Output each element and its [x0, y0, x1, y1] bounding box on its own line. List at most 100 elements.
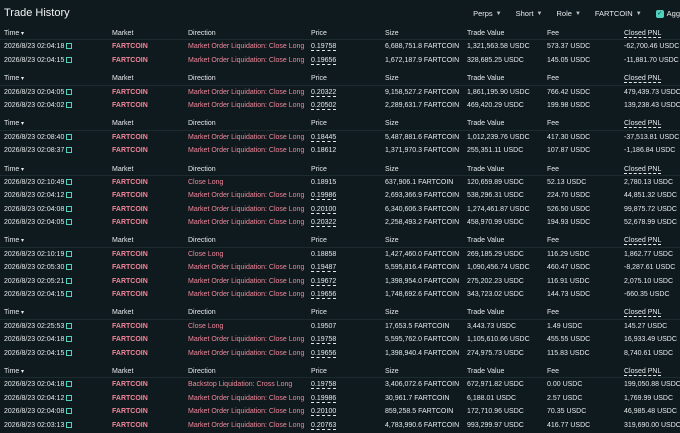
external-link-icon[interactable]: [66, 322, 73, 329]
pnl-value: 199,050.88 USDC: [624, 381, 680, 389]
cell-market: FARTCOIN: [112, 88, 148, 97]
external-link-icon[interactable]: [66, 88, 73, 95]
table-row: 2026/8/23 02:10:49 FARTCOIN Close Long 0.18…: [0, 176, 680, 189]
direction-value: Market Order Liquidation: Close Long: [188, 205, 305, 213]
cell-pnl: 16,933.49 USDC: [624, 335, 677, 344]
external-link-icon[interactable]: [66, 133, 73, 140]
table-row: 2026/8/23 02:03:13 FARTCOIN Market Order L…: [0, 419, 680, 432]
cell-size: 2,693,366.9 FARTCOIN: [385, 191, 459, 200]
market-value: FARTCOIN: [112, 408, 148, 416]
column-header-size: Size: [385, 30, 399, 37]
cell-pnl: 1,769.99 USDC: [624, 394, 673, 403]
column-header-time[interactable]: Time: [4, 165, 24, 175]
pnl-value: 1,862.77 USDC: [624, 250, 674, 258]
size-value: 859,258.5 FARTCOIN: [385, 408, 454, 416]
size-value: 2,289,631.7 FARTCOIN: [385, 101, 460, 109]
time-value: 2026/8/23 02:04:18: [4, 381, 65, 389]
external-link-icon[interactable]: [66, 205, 73, 212]
cell-direction: Market Order Liquidation: Close Long: [188, 133, 304, 142]
filter-short[interactable]: Short ▼: [516, 9, 543, 18]
fee-value: 194.93 USDC: [547, 219, 591, 227]
pnl-value: 1,769.99 USDC: [624, 394, 674, 402]
external-link-icon[interactable]: [66, 219, 73, 226]
column-header-time[interactable]: Time: [4, 119, 24, 129]
price-value: 0.18915: [311, 178, 337, 186]
column-header-price: Price: [311, 75, 327, 83]
external-link-icon[interactable]: [66, 291, 73, 298]
column-header-time[interactable]: Time: [4, 236, 24, 246]
cell-trade-value: 1,321,563.58 USDC: [467, 42, 530, 51]
time-value: 2026/8/23 02:04:15: [4, 291, 65, 299]
trade-value-value: 328,685.25 USDC: [467, 56, 524, 64]
column-header-direction: Direction: [188, 367, 216, 375]
column-header-fee: Fee: [547, 30, 560, 37]
external-link-icon[interactable]: [66, 101, 73, 108]
cell-direction: Market Order Liquidation: Close Long: [188, 277, 304, 286]
cell-price: 0.18915: [311, 178, 336, 187]
cell-size: 1,398,954.0 FARTCOIN: [385, 277, 459, 286]
column-header-fee: Fee: [547, 237, 560, 245]
cell-size: 9,158,527.2 FARTCOIN: [385, 88, 459, 97]
market-value: FARTCOIN: [112, 381, 148, 389]
external-link-icon[interactable]: [66, 43, 73, 50]
trade-value-value: 6,188.01 USDC: [467, 394, 517, 402]
price-value: 0.19986: [311, 192, 337, 200]
cell-fee: 194.93 USDC: [547, 218, 590, 227]
table-row: 2026/8/23 02:08:40 FARTCOIN Market Order L…: [0, 131, 680, 144]
cell-time: 2026/8/23 02:10:19: [4, 250, 73, 259]
chevron-down-icon: ▼: [536, 10, 543, 17]
external-link-icon[interactable]: [66, 349, 73, 356]
price-value: 0.19656: [311, 349, 337, 357]
price-value: 0.20322: [311, 219, 337, 227]
external-link-icon[interactable]: [66, 178, 73, 185]
column-header-time[interactable]: Time: [4, 29, 24, 39]
size-value: 5,487,881.6 FARTCOIN: [385, 133, 460, 141]
size-value: 2,258,493.2 FARTCOIN: [385, 219, 460, 227]
size-value: 2,693,366.9 FARTCOIN: [385, 192, 460, 200]
column-header-market: Market: [112, 237, 134, 245]
size-value: 1,748,692.6 FARTCOIN: [385, 291, 460, 299]
column-header-time[interactable]: Time: [4, 308, 24, 318]
external-link-icon[interactable]: [66, 277, 73, 284]
cell-price: 0.18445: [311, 133, 336, 142]
external-link-icon[interactable]: [66, 56, 73, 63]
cell-price: 0.18858: [311, 250, 336, 259]
direction-value: Market Order Liquidation: Close Long: [188, 219, 305, 227]
filter-perps[interactable]: Perps ▼: [473, 9, 502, 18]
external-link-icon[interactable]: [66, 381, 73, 388]
cell-direction: Market Order Liquidation: Close Long: [188, 191, 304, 200]
external-link-icon[interactable]: [66, 192, 73, 199]
external-link-icon[interactable]: [66, 336, 73, 343]
pnl-value: 145.27 USDC: [624, 322, 668, 330]
cell-time: 2026/8/23 02:04:18: [4, 335, 73, 344]
market-value: FARTCOIN: [112, 133, 148, 141]
column-header-time[interactable]: Time: [4, 367, 24, 377]
filter-role[interactable]: Role ▼: [557, 9, 581, 18]
direction-value: Backstop Liquidation: Cross Long: [188, 381, 293, 389]
cell-price: 0.19758: [311, 380, 336, 389]
external-link-icon[interactable]: [66, 147, 73, 154]
checkbox-checked-icon[interactable]: ✓: [655, 9, 664, 18]
external-link-icon[interactable]: [66, 421, 73, 428]
external-link-icon[interactable]: [66, 250, 73, 257]
direction-value: Market Order Liquidation: Close Long: [188, 101, 305, 109]
size-value: 3,406,072.6 FARTCOIN: [385, 381, 460, 389]
external-link-icon[interactable]: [66, 264, 73, 271]
column-header-fee: Fee: [547, 165, 560, 173]
price-value: 0.19758: [311, 43, 337, 51]
column-header-closed-pnl: Closed PNL: [624, 367, 662, 375]
external-link-icon[interactable]: [66, 394, 73, 401]
column-header-size: Size: [385, 165, 399, 173]
cell-market: FARTCOIN: [112, 56, 148, 65]
cell-time: 2026/8/23 02:10:49: [4, 178, 73, 187]
filter-coin[interactable]: FARTCOIN ▼: [595, 9, 642, 18]
fee-value: 224.70 USDC: [547, 192, 591, 200]
column-header-direction: Direction: [188, 237, 216, 245]
column-header-time[interactable]: Time: [4, 74, 24, 84]
market-value: FARTCOIN: [112, 264, 148, 272]
external-link-icon[interactable]: [66, 408, 73, 415]
cell-price: 0.20502: [311, 101, 336, 110]
aggregate-toggle[interactable]: ✓ Agg: [655, 9, 680, 18]
column-header-market: Market: [112, 30, 134, 37]
table-header: Time Market Direction Price Size Trade Value F…: [0, 234, 680, 248]
